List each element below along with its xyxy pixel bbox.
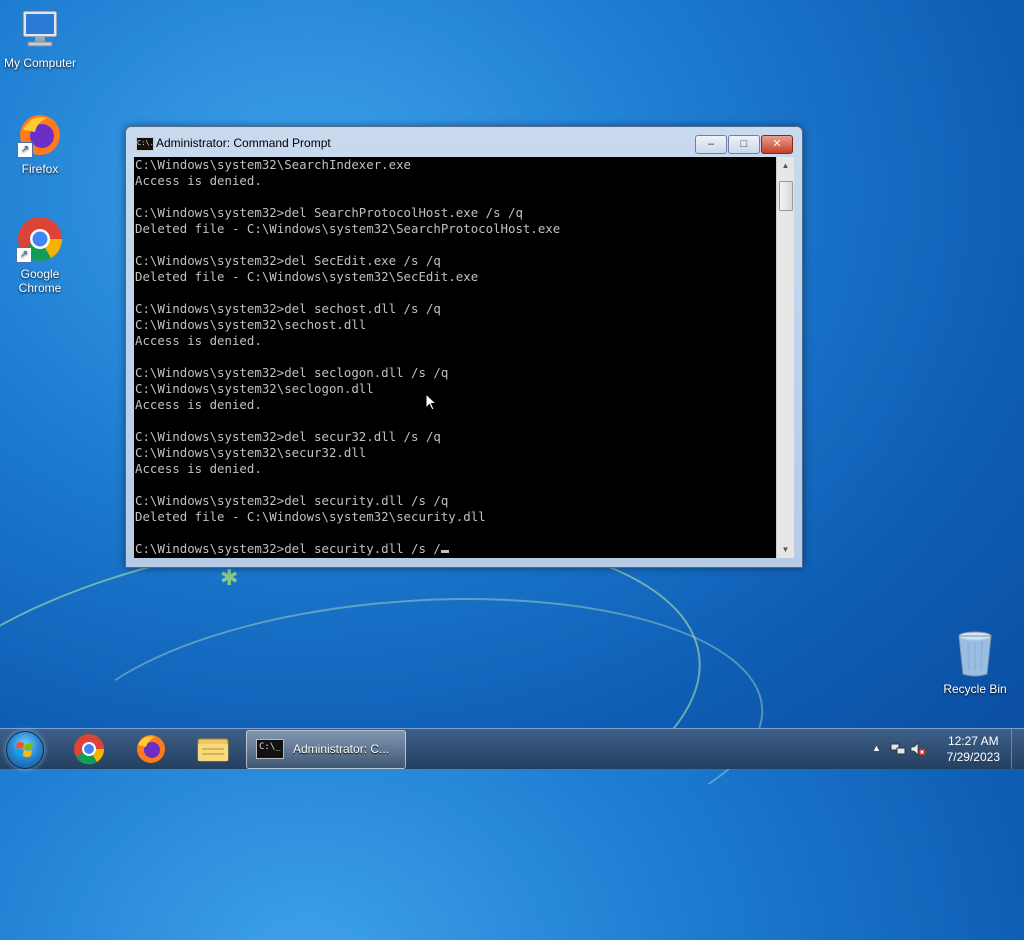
taskbar-file-explorer-button[interactable] [188, 731, 238, 767]
taskbar-firefox-button[interactable] [126, 731, 176, 767]
desktop-icon-label: Google Chrome [18, 267, 62, 295]
console-output[interactable]: C:\Windows\system32\SearchIndexer.exe Ac… [134, 157, 776, 558]
console-line: Access is denied. [135, 461, 262, 476]
desktop-icon-my-computer[interactable]: My Computer [0, 8, 80, 70]
show-desktop-button[interactable] [1011, 729, 1024, 769]
show-hidden-icons-chevron-icon[interactable]: ▲ [872, 743, 881, 753]
console-line: Access is denied. [135, 397, 262, 412]
system-tray: ▲ 12:27 AM 7/29/2023 [864, 729, 1024, 769]
firefox-icon [137, 735, 165, 763]
console-line: Access is denied. [135, 333, 262, 348]
desktop-icon-google-chrome[interactable]: ↗ Google Chrome [0, 215, 80, 295]
console-line: C:\Windows\system32>del sechost.dll /s /… [135, 301, 441, 316]
clock[interactable]: 12:27 AM 7/29/2023 [947, 733, 1000, 765]
taskbar: C:\_ Administrator: C... ▲ 12:27 AM 7/29… [0, 728, 1024, 769]
task-label: Administrator: C... [293, 742, 390, 756]
folder-icon [197, 738, 229, 762]
shortcut-arrow-icon: ↗ [16, 247, 32, 263]
maximize-button[interactable]: □ [728, 135, 760, 154]
desktop-icon-label: My Computer [3, 56, 77, 70]
scroll-up-arrow-icon[interactable]: ▲ [777, 157, 794, 174]
clock-time: 12:27 AM [947, 734, 999, 748]
firefox-icon: ↗ [17, 112, 63, 158]
console-line: C:\Windows\system32\seclogon.dll [135, 381, 374, 396]
window-titlebar[interactable]: C:\. Administrator: Command Prompt – □ ✕ [126, 127, 802, 157]
volume-muted-icon[interactable] [910, 741, 926, 760]
console-current-input[interactable]: C:\Windows\system32>del security.dll /s … [135, 541, 441, 556]
console-line: Deleted file - C:\Windows\system32\secur… [135, 509, 486, 524]
desktop-icon-label: Recycle Bin [943, 682, 1007, 696]
start-button[interactable] [6, 731, 44, 769]
console-line: Deleted file - C:\Windows\system32\SecEd… [135, 269, 479, 284]
console-line: C:\Windows\system32\sechost.dll [135, 317, 367, 332]
command-prompt-window[interactable]: C:\. Administrator: Command Prompt – □ ✕… [125, 126, 803, 568]
computer-icon [17, 8, 63, 52]
console-line: Deleted file - C:\Windows\system32\Searc… [135, 221, 561, 236]
console-line: C:\Windows\system32>del SearchProtocolHo… [135, 205, 523, 220]
chrome-icon [74, 734, 105, 765]
console-line: C:\Windows\system32>del security.dll /s … [135, 493, 449, 508]
minimize-button[interactable]: – [695, 135, 727, 154]
cmd-icon: C:\. [136, 137, 154, 151]
scrollbar-thumb[interactable] [779, 181, 793, 211]
windows-logo-icon [15, 742, 33, 757]
text-cursor [440, 550, 449, 553]
console-line: C:\Windows\system32\SearchIndexer.exe [135, 157, 412, 172]
taskbar-task-command-prompt[interactable]: C:\_ Administrator: C... [246, 730, 406, 769]
window-title: Administrator: Command Prompt [156, 136, 331, 150]
network-icon[interactable] [890, 741, 906, 760]
shortcut-arrow-icon: ↗ [17, 142, 33, 158]
mouse-pointer-icon [425, 392, 438, 416]
desktop-icon-firefox[interactable]: ↗ Firefox [0, 112, 80, 176]
console-line: C:\Windows\system32>del seclogon.dll /s … [135, 365, 449, 380]
vertical-scrollbar[interactable]: ▲ ▼ [776, 157, 794, 558]
recycle-bin-icon [955, 630, 995, 678]
taskbar-chrome-button[interactable] [64, 731, 114, 767]
chrome-icon: ↗ [16, 215, 64, 263]
console-line: C:\Windows\system32>del secur32.dll /s /… [135, 429, 441, 444]
wallpaper-logo: ✱ [220, 565, 239, 590]
clock-date: 7/29/2023 [946, 750, 1000, 764]
desktop-icon-label: Firefox [21, 162, 59, 176]
console-line: Access is denied. [135, 173, 262, 188]
close-button[interactable]: ✕ [761, 135, 793, 154]
desktop-icon-recycle-bin[interactable]: Recycle Bin [935, 630, 1015, 696]
cmd-icon: C:\_ [256, 739, 284, 759]
console-line: C:\Windows\system32>del SecEdit.exe /s /… [135, 253, 441, 268]
scroll-down-arrow-icon[interactable]: ▼ [777, 541, 794, 558]
console-text: C:\Windows\system32\SearchIndexer.exe Ac… [134, 157, 776, 557]
console-line: C:\Windows\system32\secur32.dll [135, 445, 367, 460]
